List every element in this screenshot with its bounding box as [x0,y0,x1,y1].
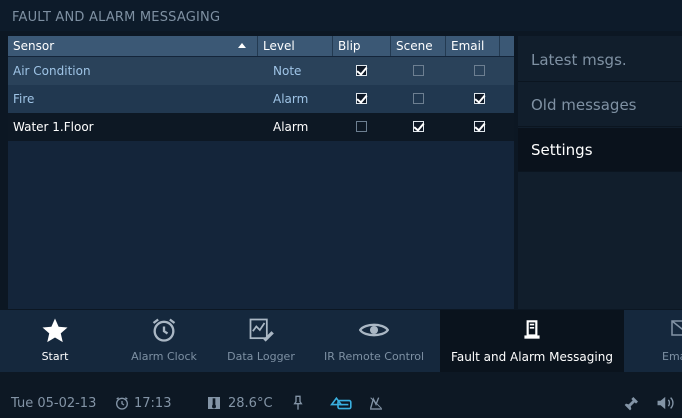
blip-checkbox[interactable] [356,65,367,76]
column-header-label: Sensor [13,39,55,53]
envelope-icon [669,316,682,343]
settings-icon[interactable] [624,395,640,415]
status-bar: Tue 05-02-13 17:13 28.6°C [0,372,682,414]
status-time: 17:13 [134,396,172,411]
app-label: Data Logger [227,350,295,363]
blip-checkbox[interactable] [356,121,367,132]
alarm-bell-icon [519,316,545,347]
sensor-cell: Water 1.Floor [13,120,94,134]
eye-icon [358,316,390,347]
table-header: Sensor Level Blip Scene Email [8,36,514,56]
app-label: Alarm Clock [131,350,197,363]
column-header-scene[interactable]: Scene [391,36,446,56]
alarm-table: Sensor Level Blip Scene Email Air Condit… [8,36,514,309]
sensor-off-icon[interactable] [368,395,384,415]
level-cell: Note [273,64,302,78]
email-checkbox[interactable] [474,93,485,104]
app-launcher-bar: Start Alarm Clock Data Logger IR Remote … [0,310,682,372]
clock-icon [114,395,130,415]
star-icon [40,316,70,349]
column-header-blip[interactable]: Blip [333,36,391,56]
app-start[interactable]: Start [0,310,110,372]
status-date: Tue 05-02-13 [11,396,97,411]
sensor-cell: Fire [13,92,35,106]
thermometer-icon [206,395,222,415]
menu-item-latest-msgs[interactable]: Latest msgs. [518,38,682,82]
app-label: IR Remote Control [323,350,425,363]
column-header-level[interactable]: Level [258,36,333,56]
app-ir-remote-control[interactable]: IR Remote Control [312,310,436,372]
app-label: Ema [662,350,682,363]
level-cell: Alarm [273,92,309,106]
blip-checkbox[interactable] [356,93,367,104]
sensor-cell: Air Condition [13,64,91,78]
email-checkbox[interactable] [474,121,485,132]
app-alarm-clock[interactable]: Alarm Clock [112,310,216,372]
column-header-sensor[interactable]: Sensor [8,36,258,56]
volume-icon[interactable] [656,395,676,415]
app-label: Fault and Alarm Messaging [451,350,613,364]
page-title: FAULT AND ALARM MESSAGING [0,0,682,31]
remote-connection-icon[interactable] [330,395,354,415]
alarm-clock-icon [150,316,178,347]
menu-item-old-messages[interactable]: Old messages [518,83,682,127]
table-row[interactable]: Fire Alarm [8,85,514,113]
app-fault-and-alarm-messaging[interactable]: Fault and Alarm Messaging [440,310,624,372]
email-checkbox[interactable] [474,65,485,76]
table-row[interactable]: Air Condition Note [8,57,514,85]
app-label: Start [41,350,69,363]
scene-checkbox[interactable] [413,65,424,76]
app-email[interactable]: Ema [638,310,682,372]
column-header-email[interactable]: Email [446,36,500,56]
level-cell: Alarm [273,120,309,134]
app-data-logger[interactable]: Data Logger [216,310,306,372]
message-side-menu: Latest msgs. Old messages Settings [518,36,682,309]
status-temperature: 28.6°C [228,396,273,411]
menu-item-settings[interactable]: Settings [518,128,682,172]
table-row[interactable]: Water 1.Floor Alarm [8,113,514,141]
data-logger-icon [247,316,275,347]
pin-icon[interactable] [292,395,304,415]
scene-checkbox[interactable] [413,93,424,104]
scene-checkbox[interactable] [413,121,424,132]
sort-ascending-icon [238,43,246,48]
